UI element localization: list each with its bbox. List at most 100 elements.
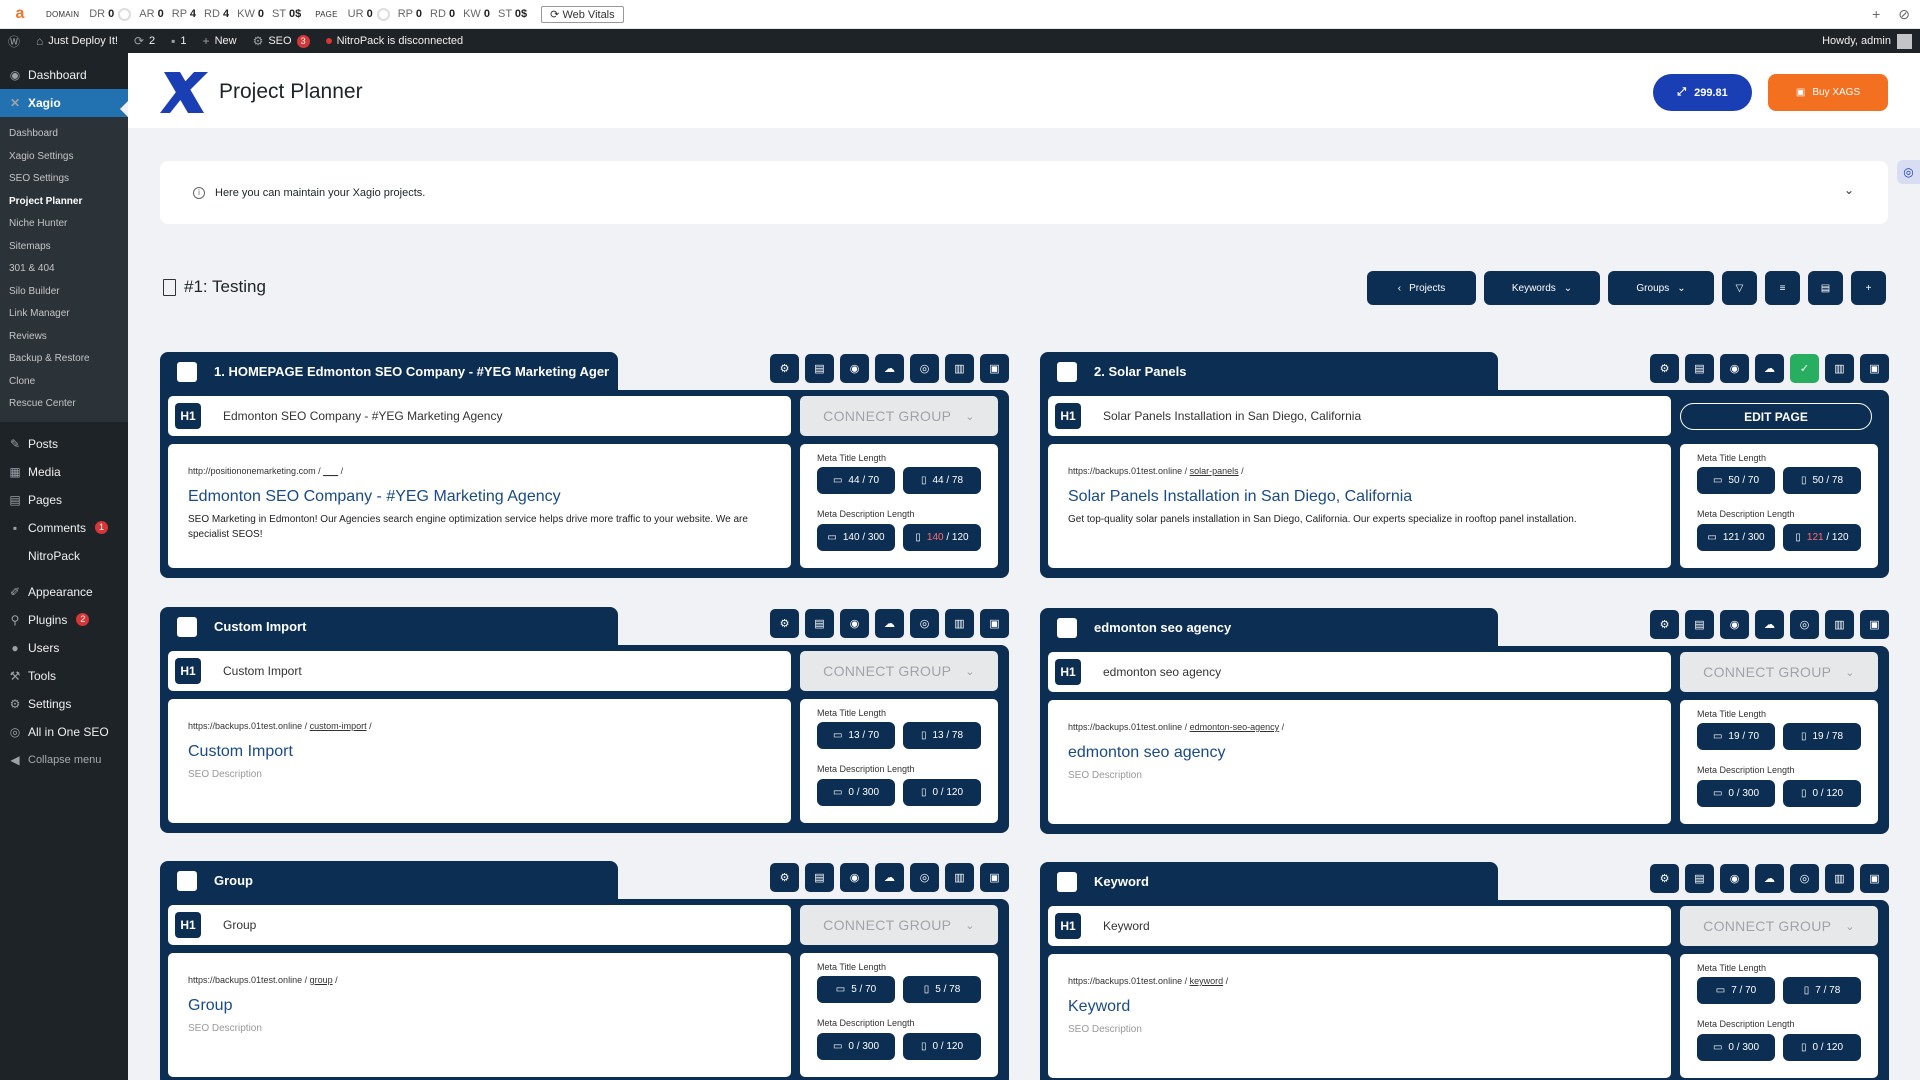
settings-icon[interactable]: ⚙ xyxy=(770,354,799,383)
serp-description[interactable]: Get top-quality solar panels installatio… xyxy=(1068,512,1671,527)
preview-icon[interactable]: ◉ xyxy=(840,609,869,638)
submenu-item-dashboard[interactable]: Dashboard xyxy=(0,123,128,146)
my-account-link[interactable]: Howdy, admin xyxy=(1822,29,1912,53)
ahrefs-logo-icon[interactable]: a xyxy=(12,6,28,22)
sidebar-item-plugins[interactable]: ⚲ Plugins 2 xyxy=(0,606,128,634)
submenu-item-project-planner[interactable]: Project Planner xyxy=(0,191,128,214)
group-name[interactable]: edmonton seo agency xyxy=(1094,620,1489,635)
sidebar-item-posts[interactable]: ✎ Posts xyxy=(0,430,128,458)
delete-icon[interactable]: ▥ xyxy=(1825,864,1854,893)
delete-icon[interactable]: ▥ xyxy=(1825,610,1854,639)
wordpress-logo-icon[interactable]: Ⓦ xyxy=(0,33,28,50)
target-icon[interactable]: ◎ xyxy=(1790,864,1819,893)
edit-page-button[interactable]: EDIT PAGE xyxy=(1680,403,1872,430)
new-content-link[interactable]: + New xyxy=(195,34,245,48)
h1-field[interactable]: H1 Keyword xyxy=(1048,906,1671,946)
sidebar-item-nitropack[interactable]: NitroPack xyxy=(0,542,128,570)
updates-link[interactable]: ⟳ 2 xyxy=(126,34,163,48)
target-icon[interactable]: ◎ xyxy=(910,609,939,638)
settings-icon[interactable]: ⚙ xyxy=(770,863,799,892)
target-icon[interactable]: ◎ xyxy=(910,863,939,892)
notes-icon[interactable]: ▤ xyxy=(1685,610,1714,639)
group-name[interactable]: Custom Import xyxy=(214,619,609,634)
save-icon[interactable]: ▣ xyxy=(980,609,1009,638)
target-icon[interactable]: ◎ xyxy=(910,354,939,383)
url-slug[interactable]: group xyxy=(310,975,333,985)
group-select-checkbox[interactable] xyxy=(177,871,197,891)
url-slug[interactable]: keyword xyxy=(1190,976,1224,986)
save-icon[interactable]: ▤ xyxy=(1808,271,1843,305)
submenu-item-rescue-center[interactable]: Rescue Center xyxy=(0,393,128,416)
save-icon[interactable]: ▣ xyxy=(1860,864,1889,893)
h1-field[interactable]: H1 Edmonton SEO Company - #YEG Marketing … xyxy=(168,396,791,436)
notes-icon[interactable]: ▤ xyxy=(805,863,834,892)
sidebar-item-media[interactable]: ▦ Media xyxy=(0,458,128,486)
sidebar-item-users[interactable]: ● Users xyxy=(0,634,128,662)
group-select-checkbox[interactable] xyxy=(177,617,197,637)
notes-icon[interactable]: ▤ xyxy=(1685,354,1714,383)
connect-group-dropdown[interactable]: CONNECT GROUP ⌄ xyxy=(800,651,998,691)
save-icon[interactable]: ▣ xyxy=(1860,354,1889,383)
preview-icon[interactable]: ◉ xyxy=(1720,864,1749,893)
seo-menu-link[interactable]: ⚙ SEO 3 xyxy=(245,34,318,48)
delete-icon[interactable]: ▥ xyxy=(1825,354,1854,383)
web-vitals-button[interactable]: ⟳ Web Vitals xyxy=(541,5,624,23)
keywords-dropdown[interactable]: Keywords ⌄ xyxy=(1484,271,1600,305)
submenu-item-xagio-settings[interactable]: Xagio Settings xyxy=(0,146,128,169)
url-slug[interactable]: edmonton-seo-agency xyxy=(1190,722,1280,732)
serp-title[interactable]: Custom Import xyxy=(188,743,791,761)
cloud-icon[interactable]: ☁ xyxy=(1755,610,1784,639)
target-icon[interactable]: ◎ xyxy=(1790,610,1819,639)
sidebar-item-dashboard[interactable]: ◉ Dashboard xyxy=(0,61,128,89)
connect-group-dropdown[interactable]: CONNECT GROUP ⌄ xyxy=(1680,906,1878,946)
group-select-checkbox[interactable] xyxy=(1057,618,1077,638)
submenu-item-silo-builder[interactable]: Silo Builder xyxy=(0,281,128,304)
sidebar-item-settings[interactable]: ⚙ Settings xyxy=(0,690,128,718)
submenu-item-link-manager[interactable]: Link Manager xyxy=(0,303,128,326)
serp-title[interactable]: Keyword xyxy=(1068,998,1671,1016)
nitropack-status[interactable]: NitroPack is disconnected xyxy=(318,35,472,47)
sidebar-item-all-in-one-seo[interactable]: ◎ All in One SEO xyxy=(0,718,128,746)
connected-check-icon[interactable]: ✓ xyxy=(1790,354,1819,383)
serp-description[interactable]: SEO Description xyxy=(1068,1022,1671,1037)
xags-balance-button[interactable]: ⤢ 299.81 xyxy=(1653,74,1752,111)
submenu-item-niche-hunter[interactable]: Niche Hunter xyxy=(0,213,128,236)
delete-icon[interactable]: ▥ xyxy=(945,354,974,383)
settings-icon[interactable]: ⚙ xyxy=(1650,610,1679,639)
buy-xags-button[interactable]: ▣ Buy XAGS xyxy=(1768,74,1888,111)
submenu-item-backup-restore[interactable]: Backup & Restore xyxy=(0,348,128,371)
sidebar-item-comments[interactable]: ▪ Comments 1 xyxy=(0,514,128,542)
sidebar-item-pages[interactable]: ▤ Pages xyxy=(0,486,128,514)
filter-icon[interactable]: ▽ xyxy=(1722,271,1757,305)
serp-title[interactable]: Group xyxy=(188,997,791,1015)
cloud-icon[interactable]: ☁ xyxy=(1755,354,1784,383)
site-name-link[interactable]: ⌂ Just Deploy It! xyxy=(28,34,126,48)
notes-icon[interactable]: ▤ xyxy=(805,609,834,638)
submenu-item-301-404[interactable]: 301 & 404 xyxy=(0,258,128,281)
serp-url[interactable]: https://backups.01test.online / group / xyxy=(188,975,791,985)
cloud-icon[interactable]: ☁ xyxy=(875,863,904,892)
serp-url[interactable]: https://backups.01test.online / keyword … xyxy=(1068,976,1671,986)
serp-url[interactable]: https://backups.01test.online / solar-pa… xyxy=(1068,466,1671,476)
h1-field[interactable]: H1 Solar Panels Installation in San Diego… xyxy=(1048,396,1671,436)
serp-description[interactable]: SEO Marketing in Edmonton! Our Agencies … xyxy=(188,512,791,542)
sidebar-item-xagio[interactable]: ✕ Xagio xyxy=(0,89,128,117)
h1-field[interactable]: H1 edmonton seo agency xyxy=(1048,652,1671,692)
save-icon[interactable]: ▣ xyxy=(980,354,1009,383)
settings-icon[interactable]: ⚙ xyxy=(1650,864,1679,893)
comments-link[interactable]: ▪ 1 xyxy=(163,34,194,48)
save-icon[interactable]: ▣ xyxy=(980,863,1009,892)
connect-group-dropdown[interactable]: CONNECT GROUP ⌄ xyxy=(800,905,998,945)
group-name[interactable]: 1. HOMEPAGE Edmonton SEO Company - #YEG … xyxy=(214,364,609,379)
disable-icon[interactable]: ⊘ xyxy=(1898,6,1910,23)
serp-title[interactable]: Solar Panels Installation in San Diego, … xyxy=(1068,488,1671,506)
url-slug[interactable]: ___ xyxy=(323,466,338,476)
sidebar-item-tools[interactable]: ⚒ Tools xyxy=(0,662,128,690)
add-group-icon[interactable]: + xyxy=(1851,271,1886,305)
serp-url[interactable]: https://backups.01test.online / custom-i… xyxy=(188,721,791,731)
submenu-item-sitemaps[interactable]: Sitemaps xyxy=(0,236,128,259)
submenu-item-reviews[interactable]: Reviews xyxy=(0,326,128,349)
serp-url[interactable]: http://positiononemarketing.com / ___ / xyxy=(188,466,791,476)
preview-icon[interactable]: ◉ xyxy=(840,863,869,892)
preview-icon[interactable]: ◉ xyxy=(1720,354,1749,383)
